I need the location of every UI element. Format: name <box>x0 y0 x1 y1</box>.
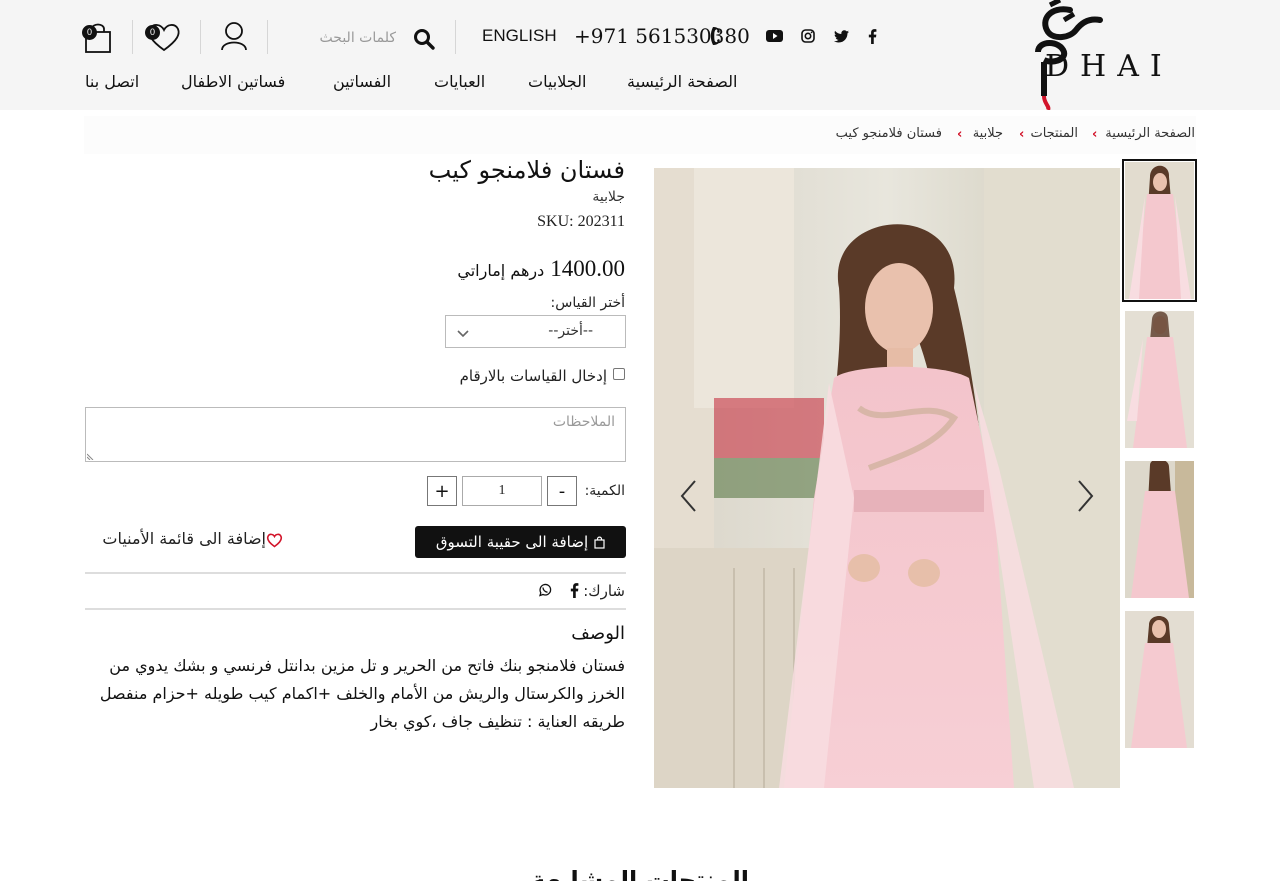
chevron-left-icon: ‹ <box>957 127 963 142</box>
product-main-image[interactable] <box>654 168 1120 788</box>
size-label: أختر القياس: <box>550 295 625 311</box>
quantity-input[interactable]: 1 <box>462 476 542 506</box>
facebook-icon[interactable] <box>570 583 579 598</box>
facebook-icon[interactable] <box>862 26 882 46</box>
instagram-icon[interactable] <box>798 26 818 46</box>
share-label: شارك: <box>583 582 625 600</box>
header-divider <box>200 20 201 54</box>
description-text: الخرز والكرستال والريش من الأمام والخلف … <box>99 684 625 703</box>
search-input[interactable] <box>280 22 400 54</box>
quantity-plus-button[interactable]: + <box>427 476 457 506</box>
price-currency: درهم إماراتي <box>457 261 545 280</box>
product-thumbnail[interactable] <box>1125 311 1194 448</box>
nav-contact[interactable]: اتصل بنا <box>85 72 139 91</box>
product-thumbnail[interactable] <box>1125 611 1194 748</box>
quantity-minus-button[interactable]: - <box>547 476 577 506</box>
wishlist-count-badge: 0 <box>145 25 160 40</box>
breadcrumb-home[interactable]: الصفحة الرئيسية <box>1105 126 1195 141</box>
product-thumbnail[interactable] <box>1125 461 1194 598</box>
chevron-left-icon: ‹ <box>1019 127 1025 142</box>
chevron-down-icon <box>457 330 469 338</box>
nav-abaya[interactable]: العبايات <box>434 72 485 91</box>
breadcrumb-current: فستان فلامنجو كيب <box>835 126 942 141</box>
nav-jalabiya[interactable]: الجلابيات <box>528 72 586 91</box>
add-to-cart-button[interactable]: إضافة الى حقيبة التسوق <box>415 526 626 558</box>
size-select-value: --أختر-- <box>548 323 593 339</box>
notes-textarea[interactable] <box>85 407 626 462</box>
brand-name: DHAI <box>1045 49 1173 84</box>
chevron-left-icon: ‹ <box>1092 127 1098 142</box>
search-icon[interactable] <box>412 27 436 51</box>
chevron-left-icon[interactable] <box>678 478 700 514</box>
phone-icon <box>710 27 720 45</box>
breadcrumb <box>84 116 1196 154</box>
nav-dresses[interactable]: الفساتين <box>333 72 391 91</box>
whatsapp-icon[interactable] <box>538 583 552 597</box>
breadcrumb-category[interactable]: جلابية <box>973 126 1003 141</box>
product-sku: SKU: 202311 <box>537 213 625 230</box>
account-icon[interactable] <box>214 18 254 58</box>
price-value: 1400.00 <box>550 256 625 281</box>
description-text: طريقه العناية : تنظيف جاف ،كوي بخار <box>370 712 625 731</box>
product-title: فستان فلامنجو كيب <box>428 156 625 184</box>
product-category[interactable]: جلابية <box>592 189 625 205</box>
header-divider <box>267 20 268 54</box>
header-divider <box>132 20 133 54</box>
youtube-icon[interactable] <box>764 26 784 46</box>
cart-count-badge: 0 <box>82 25 97 40</box>
custom-size-label[interactable]: إدخال القياسات بالارقام <box>460 367 607 385</box>
divider <box>85 608 626 610</box>
add-to-wishlist-link[interactable]: إضافة الى قائمة الأمنيات <box>102 529 266 548</box>
related-products-heading: المنتجات المشابهة <box>531 866 749 881</box>
breadcrumb-products[interactable]: المنتجات <box>1030 126 1078 141</box>
heart-icon[interactable] <box>266 532 283 548</box>
chevron-right-icon[interactable] <box>1074 478 1096 514</box>
size-select[interactable]: --أختر-- <box>445 315 626 348</box>
language-switch[interactable]: ENGLISH <box>482 26 557 46</box>
product-price: 1400.00 درهم إماراتي <box>457 256 625 282</box>
twitter-icon[interactable] <box>831 26 851 46</box>
description-title: الوصف <box>571 623 625 644</box>
nav-kids-dresses[interactable]: فساتين الاطفال <box>181 72 285 91</box>
phone-number[interactable]: +971 561530380 <box>574 24 750 48</box>
divider <box>85 572 626 574</box>
product-thumbnail[interactable] <box>1122 159 1197 302</box>
nav-home[interactable]: الصفحة الرئيسية <box>627 72 737 91</box>
quantity-label: الكمية: <box>584 483 625 499</box>
header-divider <box>455 20 456 54</box>
resize-grip-icon[interactable] <box>87 451 96 460</box>
custom-size-checkbox[interactable] <box>613 368 625 380</box>
description-text: فستان فلامنجو بنك فاتح من الحرير و تل مز… <box>109 656 625 675</box>
shopping-bag-icon <box>594 536 605 549</box>
add-to-cart-label: إضافة الى حقيبة التسوق <box>435 533 589 551</box>
